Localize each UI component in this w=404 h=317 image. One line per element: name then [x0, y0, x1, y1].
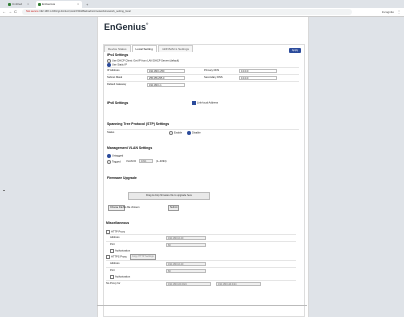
https-port-label: Port	[110, 269, 115, 272]
reload-icon[interactable]: C	[14, 8, 17, 16]
stp-row: Status Enable Disable	[107, 129, 299, 136]
tagged-label: Tagged	[112, 160, 121, 164]
vlan-heading: Management VLAN Settings	[107, 146, 153, 150]
ip-label: IP Address	[107, 69, 120, 72]
close-tab-icon[interactable]: ×	[27, 1, 29, 8]
http-address-input[interactable]: 192.168.10.20	[166, 236, 206, 240]
divider	[97, 305, 307, 306]
logo-mark: ®	[146, 22, 149, 26]
ipv6-heading: IPv6 Settings	[107, 101, 129, 105]
no-proxy-label: No Proxy for	[106, 282, 121, 285]
vlan-id-input[interactable]: 4094	[139, 159, 153, 163]
vlan-id-label: VLAN ID	[126, 160, 137, 163]
https-proxy-checkbox[interactable]	[106, 255, 110, 259]
subnet-label: Subnet Mask	[107, 76, 123, 79]
link-local-option[interactable]: Link-local Address	[192, 101, 218, 105]
https-address-row: Address 192.168.10.20	[106, 260, 296, 267]
engenius-logo: EnGenius®	[104, 22, 148, 32]
subnet-input[interactable]: 255.255.255.0	[147, 76, 185, 80]
no-file-label: No file chosen	[123, 205, 140, 209]
stp-status-label: Status	[107, 131, 115, 134]
stp-disable-label: Disable	[192, 131, 201, 135]
page-favicon-icon	[38, 3, 41, 6]
submit-button[interactable]: Submit	[168, 205, 180, 211]
browser-tab-strip: Untitled × EnGenius × +	[0, 0, 404, 8]
https-address-input[interactable]: 192.168.10.20	[166, 262, 206, 266]
forward-icon[interactable]: →	[8, 8, 12, 16]
browser-tab-title: Untitled	[12, 2, 23, 6]
firmware-dropzone[interactable]: Drag & drop firmware file to upgrade her…	[128, 192, 210, 200]
divider	[3, 190, 5, 191]
untagged-option[interactable]: Untagged	[107, 154, 123, 158]
link-local-checkbox[interactable]	[192, 101, 196, 105]
http-address-label: Address	[110, 236, 120, 239]
radio-stp-enable[interactable]	[169, 131, 173, 135]
new-tab-button[interactable]: +	[86, 1, 88, 8]
browser-tab-active[interactable]: EnGenius ×	[36, 1, 82, 8]
stp-heading: Spanning Tree Protocol (STP) Settings	[107, 122, 170, 126]
gateway-input[interactable]: 192.168.1.1	[147, 83, 185, 87]
http-auth-option[interactable]: Authorization	[110, 249, 130, 253]
radio-tagged[interactable]	[107, 160, 111, 164]
primary-dns-label: Primary DNS	[204, 69, 220, 72]
http-auth-checkbox[interactable]	[110, 249, 114, 253]
page-favicon-icon	[8, 3, 11, 6]
gateway-row: Default Gateway 192.168.1.1	[107, 81, 299, 88]
stp-enable-option[interactable]: Enable	[169, 131, 182, 135]
url-field[interactable]: Not secure 192.168.1.230/cgi-bin/luci/;s…	[22, 9, 352, 15]
stp-disable-option[interactable]: Disable	[187, 131, 201, 135]
radio-stp-disable[interactable]	[187, 131, 191, 135]
tagged-option[interactable]: Tagged	[107, 160, 121, 164]
untagged-label: Untagged	[112, 154, 124, 158]
vlan-range-hint: (1~4094)	[156, 160, 167, 163]
settings-panel: Apply IPv4 Settings Use DHCP Client: Get…	[103, 44, 305, 317]
logo-text: EnGenius	[104, 22, 147, 32]
https-proxy-label: HTTPS Proxy	[111, 255, 127, 259]
page-content: EnGenius® Device Status Local Setting mDNS…	[97, 17, 309, 317]
gateway-label: Default Gateway	[107, 83, 127, 86]
ip-input[interactable]: 192.168.1.250	[147, 69, 185, 73]
https-port-row: Port 80	[106, 267, 296, 274]
apply-button[interactable]: Apply	[289, 48, 301, 53]
https-auth-checkbox[interactable]	[110, 275, 114, 279]
security-warning: Not secure	[26, 10, 39, 13]
https-proxy-option[interactable]: HTTPS Proxy	[106, 255, 127, 259]
primary-dns-input[interactable]: 0.0.0.0	[239, 69, 277, 73]
http-port-label: Port	[110, 243, 115, 246]
address-bar: ← → C Not secure 192.168.1.230/cgi-bin/l…	[0, 8, 404, 17]
https-auth-label: Authorization	[115, 275, 131, 279]
http-address-row: Address 192.168.10.20	[106, 234, 296, 241]
subnet-row: Subnet Mask 255.255.255.0 Secondary DNS …	[107, 74, 299, 81]
http-auth-label: Authorization	[115, 249, 131, 253]
no-proxy-input-2[interactable]: 192.168.110.0/24	[216, 282, 261, 286]
radio-untagged[interactable]	[107, 154, 111, 158]
secondary-dns-label: Secondary DNS	[204, 76, 223, 79]
browser-menu-icon[interactable]: ⋮	[397, 8, 401, 16]
link-local-label: Link-local Address	[197, 101, 219, 105]
misc-heading: Miscellaneous	[106, 221, 130, 225]
secondary-dns-input[interactable]: 0.0.0.0	[239, 76, 277, 80]
ipv4-heading: IPv4 Settings	[107, 53, 129, 57]
https-address-label: Address	[110, 262, 120, 265]
browser-tab-inactive[interactable]: Untitled ×	[6, 1, 32, 8]
url-text: 192.168.1.230/cgi-bin/luci/;stok=f3b3d8a…	[39, 10, 131, 13]
close-tab-icon[interactable]: ×	[77, 1, 79, 8]
https-auth-option[interactable]: Authorization	[110, 275, 130, 279]
section-tabs: Device Status Local Setting mDNS/ACL Setti…	[104, 37, 194, 52]
no-proxy-input-1[interactable]: 192.168.100.0/24	[166, 282, 211, 286]
browser-tab-title: EnGenius	[42, 2, 56, 6]
https-port-input[interactable]: 80	[166, 269, 206, 273]
http-port-row: Port 80	[106, 241, 296, 248]
firmware-heading: Firmware Upgrade	[107, 176, 137, 180]
stp-enable-label: Enable	[174, 131, 183, 135]
ip-row: IP Address 192.168.1.250 Primary DNS 0.0…	[107, 67, 299, 74]
incognito-badge[interactable]: Incognito	[382, 8, 394, 16]
no-proxy-row: No Proxy for 192.168.100.0/24 192.168.11…	[106, 280, 296, 287]
back-icon[interactable]: ←	[2, 8, 6, 16]
http-port-input[interactable]: 80	[166, 243, 206, 247]
